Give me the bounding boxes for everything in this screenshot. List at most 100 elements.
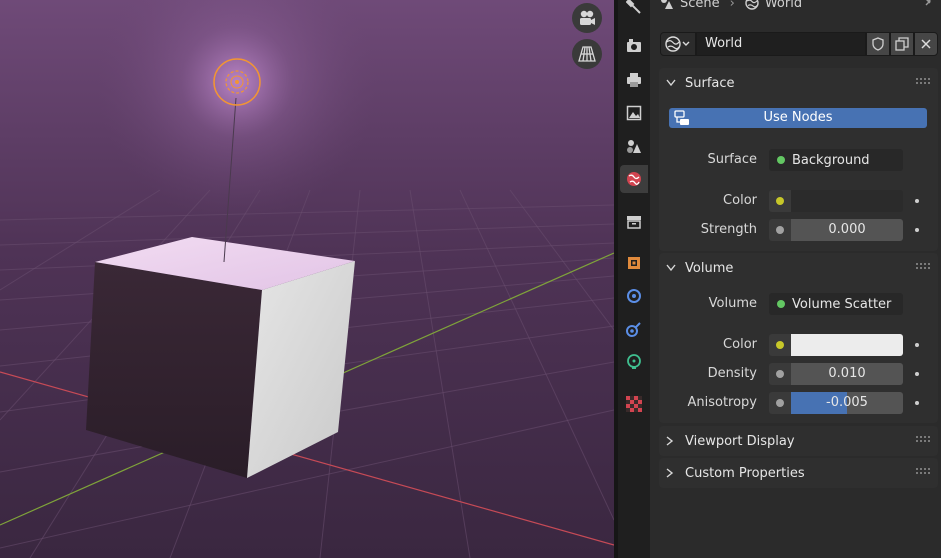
volume-color-socket-button[interactable]	[769, 334, 791, 356]
browse-world-button[interactable]	[660, 32, 696, 56]
color-socket-button[interactable]	[769, 190, 791, 212]
scene-icon	[661, 0, 673, 9]
color-socket-icon	[776, 197, 784, 205]
value-socket-icon	[776, 399, 784, 407]
chevron-right-icon	[666, 468, 680, 478]
chevron-right-icon	[666, 436, 680, 446]
surface-panel-header[interactable]: Surface	[659, 68, 938, 98]
volume-label: Volume	[708, 296, 757, 311]
color-socket-icon	[776, 341, 784, 349]
viewport-scene[interactable]	[0, 0, 614, 558]
properties-editor: Scene › World World Surface Use Nodes Su…	[650, 0, 941, 558]
tab-output[interactable]	[620, 66, 648, 94]
render-icon	[627, 39, 641, 52]
texture-icon	[626, 396, 642, 412]
surface-shader-selector[interactable]: Background	[769, 149, 903, 171]
chevron-right-icon: ›	[729, 0, 735, 11]
volume-shader-selector[interactable]: Volume Scatter	[769, 293, 903, 315]
output-icon	[627, 73, 641, 87]
tab-texture[interactable]	[620, 390, 648, 418]
keyframe-dot-icon[interactable]	[915, 199, 919, 203]
custom-properties-panel: Custom Properties	[659, 458, 938, 488]
tool-icon	[626, 0, 641, 14]
volume-color-swatch[interactable]	[791, 334, 903, 356]
volume-panel: Volume Volume Volume Scatter Color Densi…	[659, 253, 938, 423]
fake-user-button[interactable]	[866, 32, 890, 56]
node-tree-icon	[674, 110, 690, 133]
keyframe-dot-icon[interactable]	[915, 228, 919, 232]
strength-field[interactable]: 0.000	[791, 219, 903, 241]
shader-socket-icon	[777, 300, 785, 308]
tab-tool[interactable]	[620, 0, 648, 20]
close-icon	[921, 39, 931, 49]
properties-tab-bar	[618, 0, 650, 558]
volume-panel-header[interactable]: Volume	[659, 253, 938, 283]
custom-properties-panel-header[interactable]: Custom Properties	[659, 458, 938, 488]
world-browse-icon	[665, 36, 690, 52]
surface-panel: Surface Use Nodes Surface Background Col…	[659, 68, 938, 251]
unlink-world-button[interactable]	[914, 32, 938, 56]
panel-title: Surface	[685, 75, 735, 91]
volume-color-label: Color	[723, 337, 757, 352]
keyframe-dot-icon[interactable]	[915, 401, 919, 405]
toggle-camera-view-button[interactable]	[572, 3, 602, 33]
object-data-light-icon	[627, 354, 641, 369]
anisotropy-slider[interactable]: -0.005	[791, 392, 903, 414]
keyframe-dot-icon[interactable]	[915, 343, 919, 347]
breadcrumb-scene[interactable]: Scene	[680, 0, 720, 11]
panel-title: Viewport Display	[685, 433, 795, 449]
tab-physics[interactable]	[620, 315, 648, 343]
shader-socket-icon	[777, 156, 785, 164]
tab-modifier[interactable]	[620, 282, 648, 310]
tab-object-data[interactable]	[620, 348, 648, 376]
strength-socket-button[interactable]	[769, 219, 791, 241]
color-label: Color	[723, 193, 757, 208]
panel-title: Custom Properties	[685, 465, 805, 481]
chevron-down-icon	[666, 79, 680, 87]
tab-world[interactable]	[620, 165, 648, 193]
value-socket-icon	[776, 226, 784, 234]
drag-handle-icon[interactable]	[916, 263, 930, 273]
pin-icon[interactable]	[919, 0, 933, 12]
scene-icon	[627, 140, 641, 153]
anisotropy-socket-button[interactable]	[769, 392, 791, 414]
view-layer-icon	[626, 105, 642, 121]
panel-title: Volume	[685, 260, 734, 276]
background-color-swatch[interactable]	[791, 190, 903, 212]
anisotropy-label: Anisotropy	[687, 395, 757, 410]
drag-handle-icon[interactable]	[916, 436, 930, 446]
3d-viewport[interactable]	[0, 0, 614, 558]
drag-handle-icon[interactable]	[916, 468, 930, 478]
keyframe-dot-icon[interactable]	[915, 372, 919, 376]
use-nodes-button[interactable]: Use Nodes	[669, 108, 927, 128]
tab-collection[interactable]	[620, 208, 648, 236]
grid-perspective-icon	[578, 46, 596, 62]
tab-view-layer[interactable]	[620, 99, 648, 127]
toggle-perspective-button[interactable]	[572, 39, 602, 69]
surface-label: Surface	[707, 152, 757, 167]
tab-render[interactable]	[620, 32, 648, 60]
value-socket-icon	[776, 370, 784, 378]
strength-label: Strength	[700, 222, 757, 237]
collection-icon	[627, 216, 641, 229]
physics-icon	[626, 322, 641, 337]
breadcrumb: Scene › World	[660, 0, 802, 12]
world-datablock-selector: World	[660, 32, 938, 56]
duplicate-icon	[895, 37, 909, 51]
camera-icon	[580, 10, 595, 25]
drag-handle-icon[interactable]	[916, 78, 930, 88]
world-icon	[627, 172, 641, 186]
density-label: Density	[707, 366, 757, 381]
shield-icon	[872, 37, 884, 51]
duplicate-world-button[interactable]	[890, 32, 914, 56]
density-socket-button[interactable]	[769, 363, 791, 385]
world-name-field[interactable]: World	[696, 32, 866, 56]
object-icon	[628, 257, 640, 269]
viewport-display-panel-header[interactable]: Viewport Display	[659, 426, 938, 456]
breadcrumb-world[interactable]: World	[765, 0, 802, 11]
tab-object[interactable]	[620, 249, 648, 277]
chevron-down-icon	[666, 264, 680, 272]
viewport-display-panel: Viewport Display	[659, 426, 938, 456]
tab-scene[interactable]	[620, 132, 648, 160]
density-field[interactable]: 0.010	[791, 363, 903, 385]
